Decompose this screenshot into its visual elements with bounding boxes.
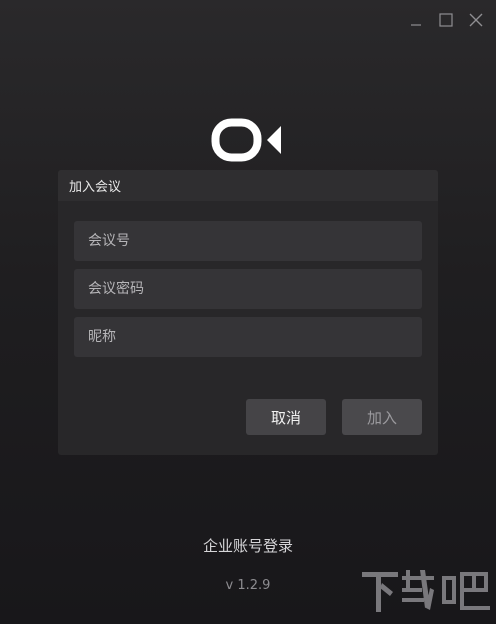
video-camera-icon — [211, 118, 283, 162]
dialog-title: 加入会议 — [69, 180, 122, 195]
minimize-icon[interactable] — [406, 12, 426, 28]
dialog-header: 加入会议 — [58, 170, 438, 201]
maximize-icon[interactable] — [436, 12, 456, 28]
nickname-input[interactable] — [74, 317, 422, 357]
cancel-button[interactable]: 取消 — [246, 399, 326, 435]
window-controls — [406, 12, 486, 28]
meeting-password-input[interactable] — [74, 269, 422, 309]
join-button[interactable]: 加入 — [342, 399, 422, 435]
join-meeting-window: 加入会议 取消 加入 企业账号登录 v 1.2.9 — [0, 0, 496, 624]
enterprise-login-link[interactable]: 企业账号登录 — [0, 535, 496, 556]
join-meeting-dialog: 加入会议 取消 加入 — [58, 170, 438, 455]
watermark-logo — [360, 566, 492, 618]
close-icon[interactable] — [466, 12, 486, 28]
meeting-id-input[interactable] — [74, 221, 422, 261]
